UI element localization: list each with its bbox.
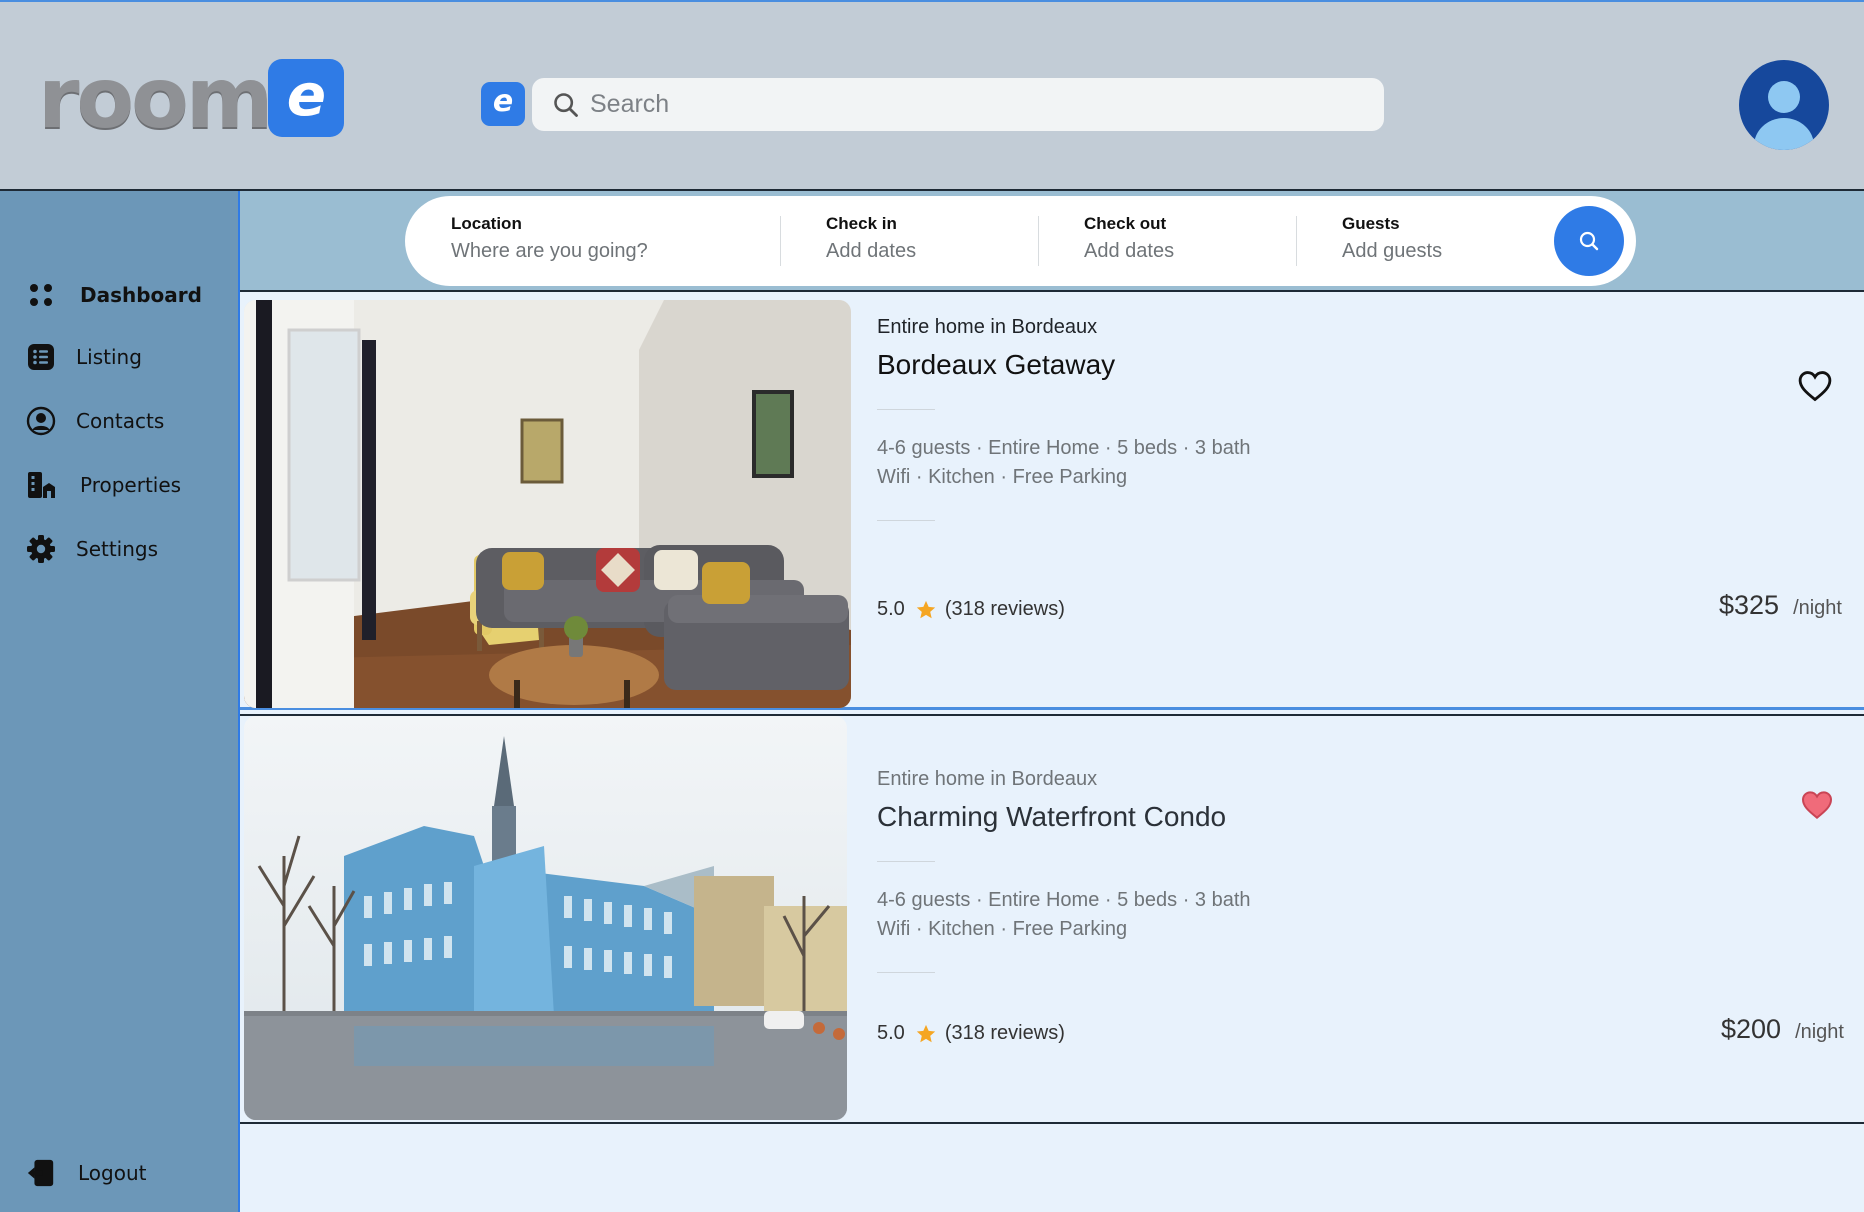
review-count[interactable]: (318 reviews) [945, 1022, 1065, 1045]
top-header: room e e [0, 0, 1864, 191]
search-icon [1579, 231, 1599, 251]
sidebar-item-contacts[interactable]: Contacts [26, 401, 164, 441]
sidebar-item-label: Dashboard [80, 283, 202, 307]
booking-search-bar: Location Where are you going? Check in A… [405, 196, 1636, 286]
sidebar-item-settings[interactable]: Settings [26, 529, 158, 569]
review-count[interactable]: (318 reviews) [945, 598, 1065, 621]
guests-field[interactable]: Guests Add guests [1342, 214, 1442, 263]
divider [1038, 216, 1039, 266]
listing-details: Entire home in Bordeaux Bordeaux Getaway… [877, 316, 1251, 545]
heart-icon[interactable] [1801, 790, 1833, 820]
divider [877, 409, 935, 410]
list-icon [26, 342, 56, 372]
divider [780, 216, 781, 266]
listing-price: $325 /night [1719, 590, 1842, 621]
booking-search-button[interactable] [1554, 206, 1624, 276]
gear-icon [26, 534, 56, 564]
sidebar-item-label: Settings [76, 537, 159, 561]
star-icon [916, 1024, 935, 1042]
user-avatar-icon[interactable] [1739, 60, 1829, 150]
listing-type: Entire home in Bordeaux [877, 768, 1098, 790]
price-amount: $325 [1718, 590, 1780, 620]
listing-photo[interactable] [244, 716, 847, 1120]
app-logo[interactable]: room e [38, 49, 345, 147]
checkout-field[interactable]: Check out Add dates [1084, 214, 1174, 263]
listing-details: Entire home in Bordeaux Charming Waterfr… [877, 768, 1251, 997]
listing-card[interactable]: Entire home in Bordeaux Charming Waterfr… [240, 714, 1864, 1124]
heart-icon[interactable] [1798, 370, 1832, 402]
search-input[interactable] [590, 90, 1350, 119]
location-label: Location [451, 214, 522, 233]
checkin-placeholder: Add dates [826, 240, 917, 262]
checkin-field[interactable]: Check in Add dates [826, 214, 916, 263]
price-unit: /night [1795, 1021, 1844, 1043]
listing-features: 4-6 guests · Entire Home · 5 beds · 3 ba… [877, 889, 1251, 911]
sidebar-item-listing[interactable]: Listing [26, 337, 142, 377]
sidebar-item-label: Listing [76, 345, 142, 369]
sidebar-item-properties[interactable]: Properties [26, 465, 181, 505]
listing-amenities: Wifi · Kitchen · Free Parking [877, 918, 1128, 940]
listing-title[interactable]: Charming Waterfront Condo [877, 801, 1251, 833]
listing-rating: 5.0 (318 reviews) [877, 1022, 1065, 1045]
checkout-label: Check out [1084, 214, 1167, 233]
listing-card[interactable]: Entire home in Bordeaux Bordeaux Getaway… [240, 292, 1864, 710]
price-unit: /night [1793, 597, 1842, 619]
sidebar: Dashboard Listing Contacts Properties Se… [0, 191, 240, 1212]
rating-value: 5.0 [877, 1022, 905, 1044]
listing-rating: 5.0 (318 reviews) [877, 598, 1065, 621]
listing-price: $200 /night [1721, 1014, 1844, 1045]
sidebar-item-label: Properties [80, 473, 182, 497]
sidebar-item-label: Contacts [76, 409, 165, 433]
divider [877, 520, 935, 521]
listing-type: Entire home in Bordeaux [877, 316, 1098, 338]
guests-placeholder: Add guests [1342, 240, 1443, 262]
location-placeholder: Where are you going? [451, 240, 648, 262]
buildings-icon [26, 470, 56, 500]
checkout-placeholder: Add dates [1084, 240, 1175, 262]
rating-value: 5.0 [877, 598, 905, 620]
search-bar[interactable] [532, 78, 1384, 131]
price-amount: $200 [1720, 1014, 1782, 1044]
divider [877, 861, 935, 862]
logout-button[interactable]: Logout [26, 1153, 146, 1193]
divider [877, 972, 935, 973]
location-field[interactable]: Location Where are you going? [451, 214, 648, 263]
logo-wordmark: room [38, 49, 273, 147]
brand-badge-icon[interactable]: e [481, 82, 525, 126]
checkin-label: Check in [826, 214, 897, 233]
logo-badge-icon: e [268, 59, 345, 137]
search-icon [554, 92, 578, 117]
listing-title[interactable]: Bordeaux Getaway [877, 349, 1251, 381]
listing-features: 4-6 guests · Entire Home · 5 beds · 3 ba… [877, 437, 1251, 459]
sidebar-item-dashboard[interactable]: Dashboard [26, 275, 202, 315]
dots-grid-icon [26, 280, 56, 310]
logout-label: Logout [78, 1161, 147, 1185]
guests-label: Guests [1342, 214, 1400, 233]
star-icon [916, 600, 935, 618]
logout-icon [26, 1158, 56, 1188]
listing-photo[interactable] [244, 300, 851, 708]
listing-amenities: Wifi · Kitchen · Free Parking [877, 466, 1128, 488]
divider [1296, 216, 1297, 266]
user-circle-icon [26, 406, 56, 436]
